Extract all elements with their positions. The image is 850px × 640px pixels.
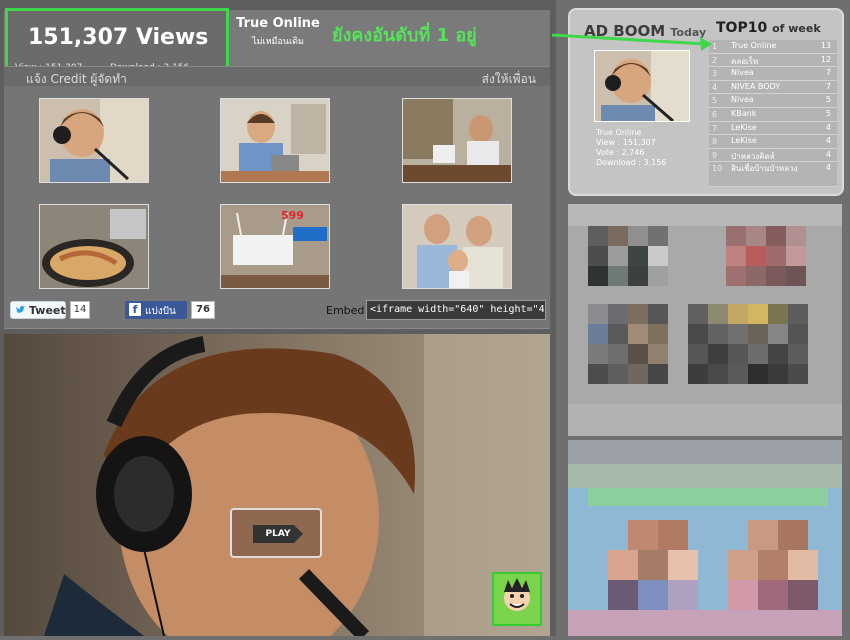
top10-row[interactable]: 4 NIVEA BODY 7 [709, 80, 837, 95]
top10-list: 1 True Online 13 2 คลอเร็ท 12 3 Nivea 7 4 NIVEA… [709, 40, 837, 188]
facebook-share-count: 76 [191, 301, 215, 319]
top10-count: 4 [825, 122, 831, 132]
tweet-button[interactable]: Tweet [10, 301, 66, 319]
embed-code-field[interactable]: <iframe width="640" height="480" [366, 300, 546, 320]
gallery-thumbnail[interactable]: 599 [220, 204, 330, 289]
top10-row[interactable]: 9 ป่าหลวงคิดส์ 4 [709, 148, 837, 163]
top10-rank: 5 [712, 96, 718, 106]
gallery-thumbnail[interactable] [402, 204, 512, 289]
top10-rank: 8 [712, 137, 718, 147]
top10-name: KBank [731, 108, 757, 118]
views-count-big: 151,307 Views [28, 25, 209, 50]
top10-count: 4 [825, 149, 831, 159]
top10-name: สินเชื่อบ้านบัวหลวง [731, 164, 798, 174]
top10-name: Nivea [731, 95, 754, 105]
top10-title: TOP10 of week [716, 20, 821, 36]
top10-row[interactable]: 10 สินเชื่อบ้านบัวหลวง 4 [709, 162, 837, 188]
top10-count: 4 [825, 163, 831, 173]
top10-rank: 4 [712, 82, 718, 92]
ad-info-downloads: Download : 3,156 [596, 158, 667, 167]
top10-name: คลอเร็ท [731, 56, 759, 66]
top10-row[interactable]: 7 LeKise 4 [709, 121, 837, 136]
facebook-icon: f [129, 303, 141, 316]
top10-count: 5 [825, 108, 831, 118]
pixelated-ad-banner-1[interactable] [568, 204, 842, 436]
top10-row[interactable]: 3 Nivea 7 [709, 67, 837, 81]
embed-label: Embed [326, 304, 365, 317]
ad-brand-slogan: ไม่เหมือนเดิม [252, 37, 304, 47]
top10-name: ป่าหลวงคิดส์ [731, 151, 775, 161]
screenshot-gallery: 599 [4, 86, 550, 329]
twitter-bird-icon [16, 305, 25, 313]
top10-row[interactable]: 2 คลอเร็ท 12 [709, 53, 837, 68]
top10-subtitle: of week [772, 22, 821, 35]
top10-name: LeKise [731, 122, 757, 132]
sub-toolbar: แจ้ง Credit ผู้จัดทำ ส่งให้เพื่อน [4, 66, 550, 87]
facebook-share-label: แบ่งปัน [145, 306, 176, 317]
ad-info-votes: Vote : 2,746 [596, 148, 645, 157]
top10-name: LeKise [731, 136, 757, 146]
gallery-thumbnail[interactable] [402, 98, 512, 183]
tweet-label: Tweet [29, 304, 66, 317]
play-button[interactable]: PLAY [230, 508, 322, 558]
ad-info-views: View : 151,307 [596, 138, 656, 147]
top10-count: 13 [820, 41, 831, 50]
top10-count: 5 [825, 95, 831, 105]
top10-rank: 2 [712, 55, 718, 65]
views-counter-box: 151,307 Views View : 151,307 Download : … [5, 8, 229, 73]
top10-label: TOP10 [716, 20, 768, 36]
top10-rank: 7 [712, 123, 718, 133]
svg-text:599: 599 [281, 209, 304, 222]
rank-annotation: ยังคงอันดับที่ 1 อยู่ [332, 25, 477, 46]
main-column: 151,307 Views View : 151,307 Download : … [0, 0, 556, 636]
top10-rank: 9 [712, 150, 718, 160]
top10-rank: 3 [712, 69, 718, 79]
top10-count: 7 [825, 68, 831, 78]
top10-row[interactable]: 5 Nivea 5 [709, 94, 837, 108]
top10-count: 4 [825, 136, 831, 146]
gallery-thumbnail[interactable] [39, 204, 149, 289]
top10-name: True Online [731, 41, 777, 50]
site-mascot-logo[interactable] [492, 572, 542, 626]
top10-count: 7 [825, 81, 831, 91]
ad-boom-label: AD BOOM [584, 22, 666, 40]
video-player[interactable]: PLAY [4, 334, 550, 636]
video-frame [4, 334, 550, 636]
facebook-share-button[interactable]: f แบ่งปัน [125, 301, 187, 319]
tweet-count: 14 [70, 301, 90, 319]
top10-rank: 10 [712, 164, 723, 174]
top10-rank: 6 [712, 109, 718, 119]
top10-name: NIVEA BODY [731, 81, 781, 91]
gallery-thumbnail[interactable] [39, 98, 149, 183]
top10-rank: 1 [712, 42, 718, 51]
top10-row[interactable]: 1 True Online 13 [709, 40, 837, 54]
social-share-bar: Tweet 14 f แบ่งปัน 76 Embed <iframe widt… [4, 296, 550, 326]
play-label: PLAY [253, 525, 303, 543]
ad-info-brand: True Online [596, 128, 642, 137]
top10-count: 12 [820, 54, 831, 64]
ad-boom-panel: AD BOOM Today True Online View : 151,307… [568, 8, 844, 196]
top10-name: Nivea [731, 68, 754, 78]
top10-row[interactable]: 8 LeKise 4 [709, 135, 837, 149]
ad-boom-title: AD BOOM Today [584, 22, 706, 40]
pixelated-ad-banner-2[interactable] [568, 440, 842, 636]
ad-today-label: Today [670, 26, 707, 39]
gallery-thumbnail[interactable] [220, 98, 330, 183]
top10-row[interactable]: 6 KBank 5 [709, 107, 837, 122]
ad-brand-name: True Online [236, 16, 320, 31]
ad-today-thumbnail[interactable] [594, 50, 690, 122]
